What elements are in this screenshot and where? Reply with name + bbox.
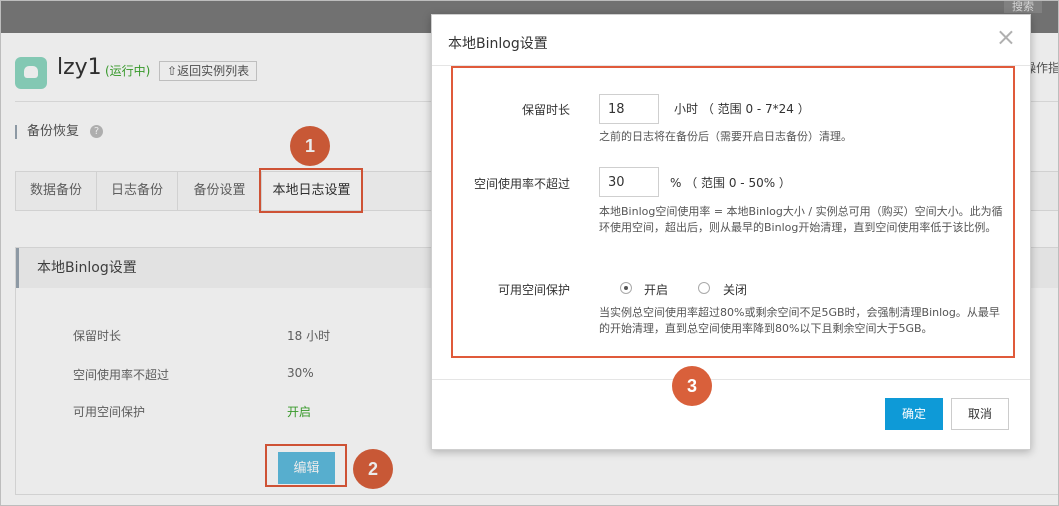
cancel-button[interactable]: 取消 (951, 398, 1009, 430)
dialog-title: 本地Binlog设置 (448, 36, 548, 52)
confirm-button[interactable]: 确定 (885, 398, 943, 430)
close-icon[interactable]: × (996, 25, 1016, 49)
step-badge-3: 3 (672, 366, 712, 406)
highlight-dialog-box (451, 66, 1015, 358)
dialog-footer-divider (432, 379, 1030, 380)
app-window: 搜索 lzy1 (运行中) ⇧返回实例列表 操作指 备份恢复 ? 数据备份 日志… (0, 0, 1059, 506)
